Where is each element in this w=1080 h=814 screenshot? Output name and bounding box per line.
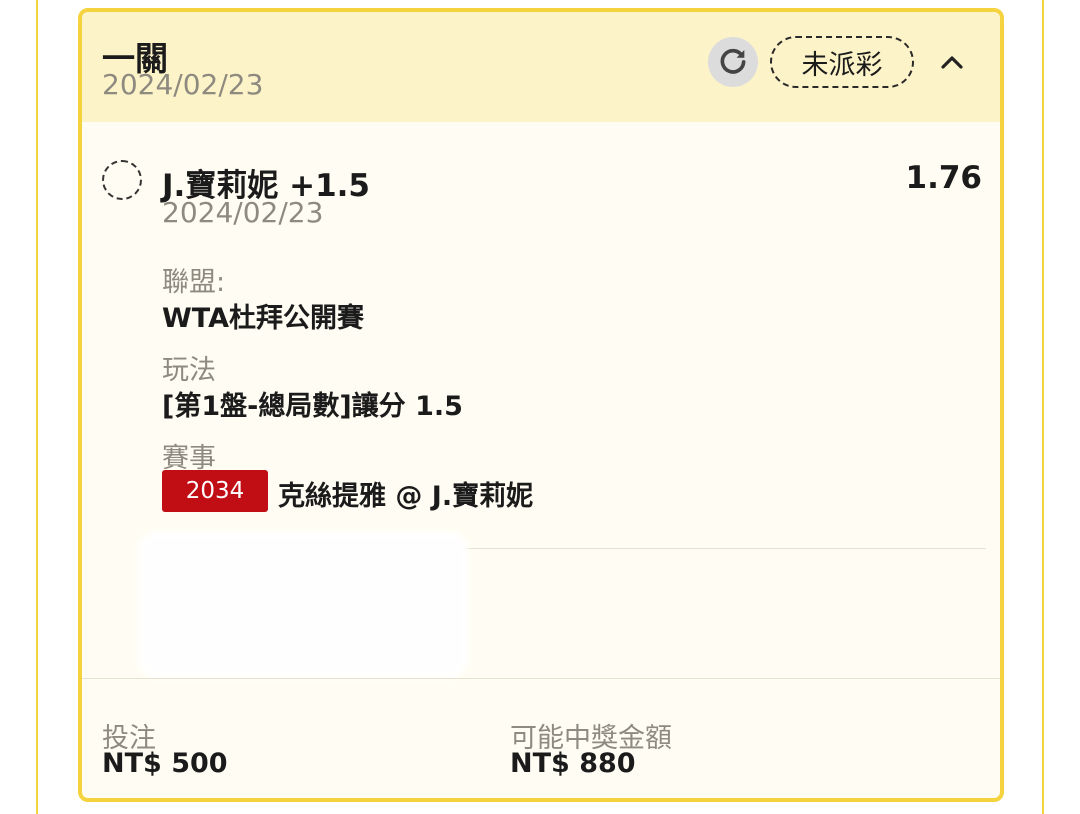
- chevron-up-icon: [941, 56, 963, 69]
- footer-divider: [82, 678, 1000, 679]
- market-label: 玩法: [162, 355, 216, 386]
- market-value: [第1盤-總局數]讓分 1.5: [162, 391, 463, 422]
- bet-date: 2024/02/23: [102, 68, 264, 101]
- page-edge-right: [1042, 0, 1044, 814]
- refresh-icon: [720, 48, 746, 74]
- selection-radio[interactable]: [102, 160, 142, 200]
- card-header[interactable]: 一關 2024/02/23 未派彩: [82, 12, 1000, 122]
- payout-value: NT$ 880: [510, 748, 636, 779]
- selection-date: 2024/02/23: [162, 196, 324, 229]
- refresh-button[interactable]: [708, 37, 758, 87]
- bet-slip-card: 一關 2024/02/23 未派彩 J.寶莉妮 +1.5 2024/02/23 …: [78, 8, 1004, 802]
- selection-odds: 1.76: [905, 160, 983, 196]
- event-code-badge: 2034: [162, 470, 268, 512]
- league-value: WTA杜拜公開賽: [162, 303, 364, 334]
- status-badge: 未派彩: [770, 36, 914, 88]
- league-label: 聯盟:: [162, 267, 226, 298]
- collapse-button[interactable]: [934, 44, 970, 80]
- redacted-area: [138, 532, 468, 678]
- event-name: 克絲提雅 @ J.寶莉妮: [278, 481, 534, 512]
- page-edge-left: [36, 0, 38, 814]
- stake-value: NT$ 500: [102, 748, 228, 779]
